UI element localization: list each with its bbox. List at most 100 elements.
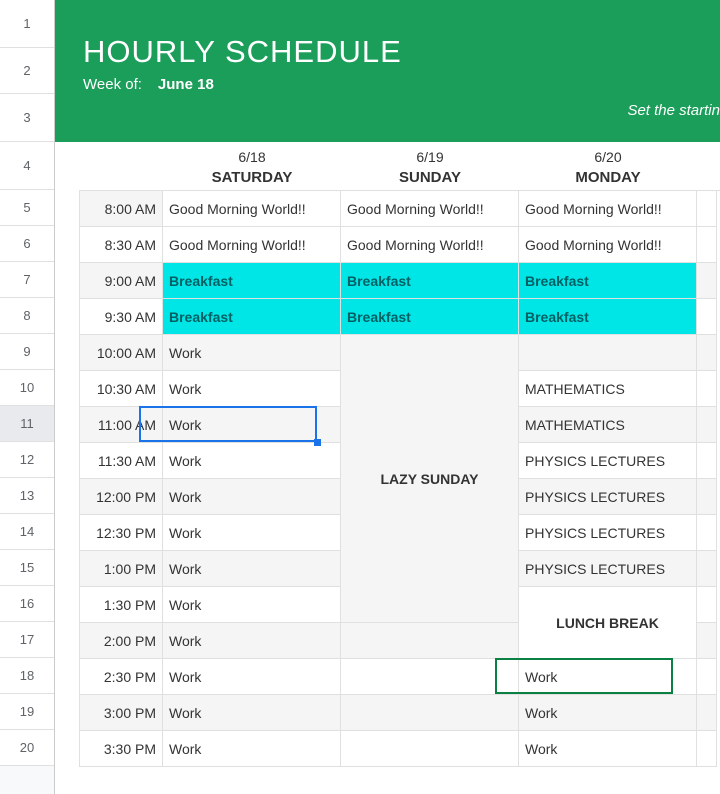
sched-cell[interactable]: MATHEMATICS [519,371,697,407]
tail-cell[interactable] [697,263,717,299]
banner-right-hint: Set the startin [627,102,720,119]
sched-cell[interactable]: Breakfast [163,263,341,299]
sched-cell[interactable]: Work [163,371,341,407]
sched-cell[interactable]: Breakfast [519,263,697,299]
time-cell[interactable]: 8:00 AM [79,191,163,227]
sched-cell[interactable]: Breakfast [341,263,519,299]
row-header-14[interactable]: 14 [0,514,54,550]
tail-cell[interactable] [697,479,717,515]
sched-cell[interactable]: PHYSICS LECTURES [519,551,697,587]
row-number-gutter: 1 2 3 4 5 6 7 8 9 10 11 12 13 14 15 16 1… [0,0,55,794]
tail-cell[interactable] [697,659,717,695]
row-header-11[interactable]: 11 [0,406,54,442]
time-cell[interactable]: 1:00 PM [79,551,163,587]
time-cell[interactable]: 10:00 AM [79,335,163,371]
sched-cell-sunday[interactable] [341,695,519,731]
time-cell[interactable]: 3:30 PM [79,731,163,767]
tail-cell[interactable] [697,695,717,731]
sched-cell[interactable]: Work [163,407,341,443]
time-cell[interactable]: 9:30 AM [79,299,163,335]
day-date: 6/19 [416,149,443,165]
sched-cell[interactable]: MATHEMATICS [519,407,697,443]
sched-cell[interactable]: Breakfast [163,299,341,335]
time-cell[interactable]: 2:30 PM [79,659,163,695]
sched-cell[interactable] [519,335,697,371]
sched-cell-lazy-sunday[interactable]: LAZY SUNDAY [341,335,519,623]
sched-cell[interactable]: Work [163,731,341,767]
time-cell[interactable]: 9:00 AM [79,263,163,299]
time-cell[interactable]: 2:00 PM [79,623,163,659]
time-column-header [79,142,163,190]
row-header-2[interactable]: 2 [0,48,54,94]
sched-cell[interactable]: Good Morning World!! [163,191,341,227]
row-header-13[interactable]: 13 [0,478,54,514]
sched-cell[interactable]: Breakfast [519,299,697,335]
tail-cell[interactable] [697,623,717,659]
sched-cell[interactable]: Work [163,623,341,659]
sched-cell[interactable]: Good Morning World!! [341,227,519,263]
sched-cell-sunday[interactable] [341,731,519,767]
sched-cell[interactable]: Work [163,695,341,731]
row-header-5[interactable]: 5 [0,190,54,226]
sched-cell[interactable]: Work [163,479,341,515]
tail-cell[interactable] [697,191,717,227]
row-header-15[interactable]: 15 [0,550,54,586]
row-header-7[interactable]: 7 [0,262,54,298]
row-header-3[interactable]: 3 [0,94,54,142]
row-header-8[interactable]: 8 [0,298,54,334]
tail-cell[interactable] [697,335,717,371]
sched-cell[interactable]: Work [519,659,697,695]
sched-cell[interactable]: Work [163,659,341,695]
sched-cell[interactable]: Work [163,443,341,479]
tail-cell[interactable] [697,587,717,623]
sched-cell[interactable]: Work [519,731,697,767]
row-header-18[interactable]: 18 [0,658,54,694]
sched-cell[interactable]: Good Morning World!! [519,227,697,263]
sched-cell[interactable]: PHYSICS LECTURES [519,479,697,515]
sched-cell-lunch-break[interactable]: LUNCH BREAK [519,587,697,659]
sched-cell-sunday[interactable] [341,623,519,659]
sched-cell[interactable]: Work [163,587,341,623]
time-cell[interactable]: 10:30 AM [79,371,163,407]
time-cell[interactable]: 12:00 PM [79,479,163,515]
tail-cell[interactable] [697,371,717,407]
grid-wrapper: 8:00 AM Good Morning World!! Good Mornin… [55,190,720,767]
tail-cell[interactable] [697,551,717,587]
row-header-6[interactable]: 6 [0,226,54,262]
tail-cell[interactable] [697,407,717,443]
time-cell[interactable]: 8:30 AM [79,227,163,263]
week-of-value[interactable]: June 18 [158,76,214,93]
sched-cell[interactable]: Work [163,515,341,551]
sched-cell[interactable]: PHYSICS LECTURES [519,515,697,551]
row-header-9[interactable]: 9 [0,334,54,370]
time-cell[interactable]: 1:30 PM [79,587,163,623]
sched-cell[interactable]: Good Morning World!! [341,191,519,227]
row-header-17[interactable]: 17 [0,622,54,658]
sched-cell[interactable]: Work [163,551,341,587]
tail-cell[interactable] [697,731,717,767]
row-header-16[interactable]: 16 [0,586,54,622]
sched-cell[interactable]: PHYSICS LECTURES [519,443,697,479]
row-header-4[interactable]: 4 [0,142,54,190]
time-cell[interactable]: 11:00 AM [79,407,163,443]
time-cell[interactable]: 3:00 PM [79,695,163,731]
sched-cell[interactable]: Work [163,335,341,371]
sched-cell[interactable]: Breakfast [341,299,519,335]
time-cell[interactable]: 11:30 AM [79,443,163,479]
sched-cell-sunday[interactable] [341,659,519,695]
tail-cell[interactable] [697,299,717,335]
tail-cell[interactable] [697,227,717,263]
sched-cell[interactable]: Work [519,695,697,731]
row-header-19[interactable]: 19 [0,694,54,730]
sched-cell[interactable]: Good Morning World!! [163,227,341,263]
row-header-10[interactable]: 10 [0,370,54,406]
tail-cell[interactable] [697,515,717,551]
sched-cell[interactable]: Good Morning World!! [519,191,697,227]
day-name: MONDAY [575,169,640,186]
row-header-1[interactable]: 1 [0,0,54,48]
row-header-12[interactable]: 12 [0,442,54,478]
row-header-20[interactable]: 20 [0,730,54,766]
time-cell[interactable]: 12:30 PM [79,515,163,551]
tail-cell[interactable] [697,443,717,479]
day-date: 6/20 [594,149,621,165]
